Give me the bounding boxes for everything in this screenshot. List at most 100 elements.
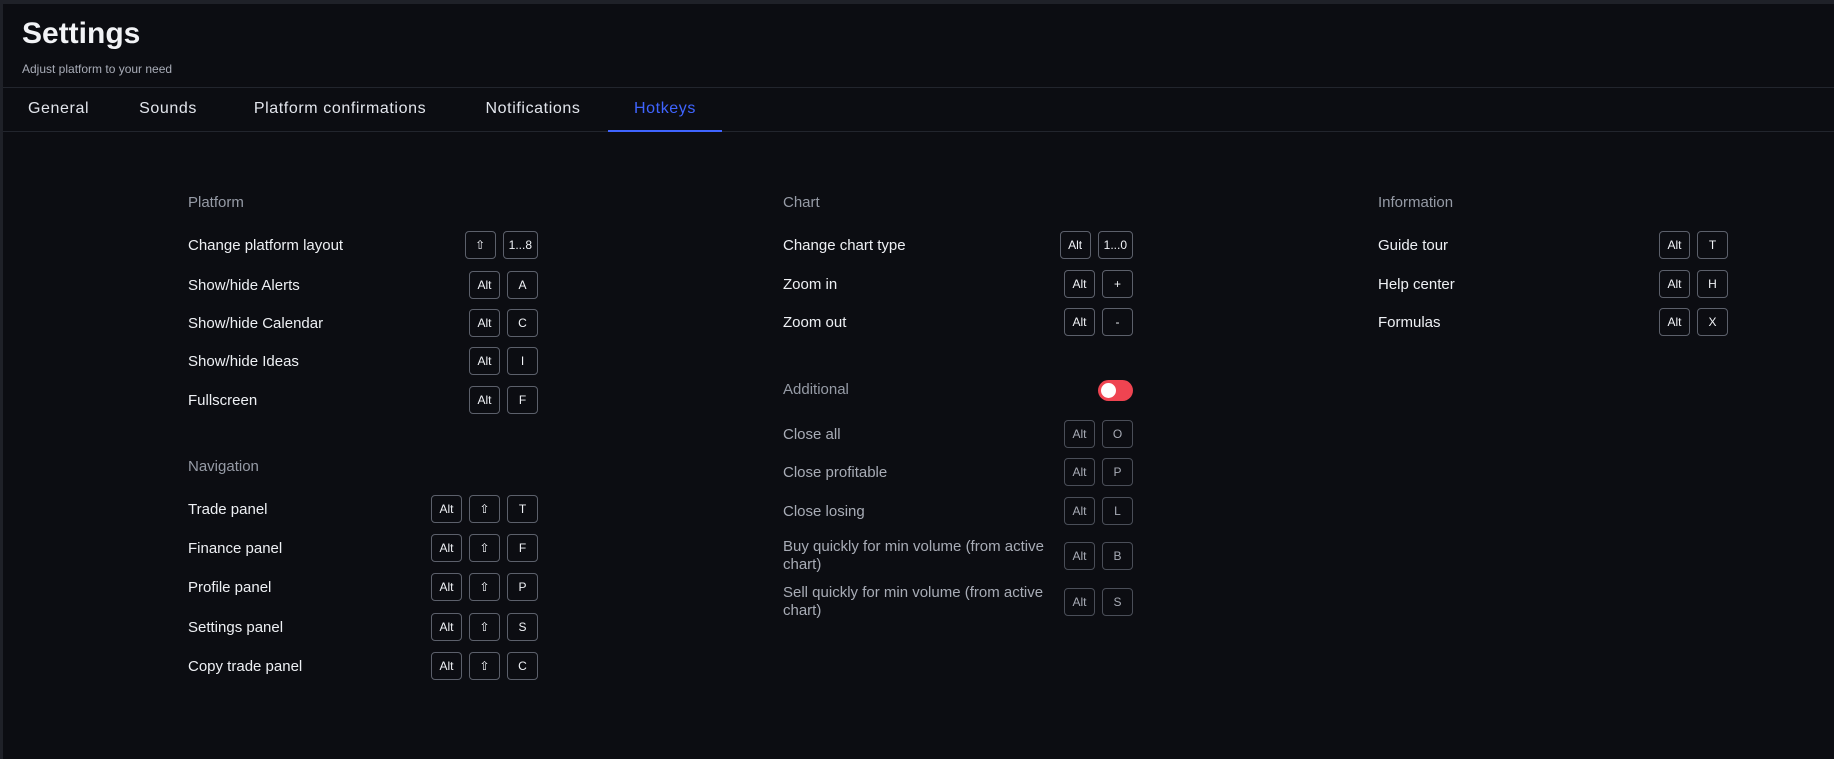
page-title: Settings — [22, 17, 141, 50]
key: + — [1102, 270, 1133, 298]
section-title-chart: Chart — [783, 194, 820, 211]
tab-general[interactable]: General — [28, 88, 89, 132]
key: I — [507, 347, 538, 375]
hotkey-keys: Alt T — [1659, 231, 1728, 259]
hotkey-keys: Alt ⇧ P — [431, 573, 538, 601]
alt-key: Alt — [431, 495, 462, 523]
hotkey-label: Sell quickly for min volume (from active… — [783, 584, 1044, 619]
additional-hotkeys-toggle[interactable] — [1098, 380, 1133, 401]
alt-key: Alt — [1659, 270, 1690, 298]
alt-key: Alt — [1659, 231, 1690, 259]
hotkey-row-help-center: Help center Alt H — [1378, 270, 1728, 298]
hotkey-keys: Alt ⇧ S — [431, 613, 538, 641]
hotkey-row-fullscreen: Fullscreen Alt F — [188, 386, 538, 414]
hotkey-row-formulas: Formulas Alt X — [1378, 308, 1728, 336]
hotkey-row-sell-quickly: Sell quickly for min volume (from active… — [783, 584, 1133, 620]
key: 1...8 — [502, 231, 538, 259]
hotkey-label: Show/hide Ideas — [188, 353, 299, 370]
hotkey-keys: Alt P — [1064, 458, 1133, 486]
key: F — [507, 386, 538, 414]
settings-header: Settings Adjust platform to your need — [22, 16, 172, 76]
hotkey-keys: Alt H — [1659, 270, 1728, 298]
key: S — [507, 613, 538, 641]
hotkey-row-profile-panel: Profile panel Alt ⇧ P — [188, 573, 538, 601]
key: P — [1102, 458, 1133, 486]
tab-hotkeys[interactable]: Hotkeys — [608, 88, 722, 132]
section-title-platform: Platform — [188, 194, 244, 211]
hotkey-row-close-all: Close all Alt O — [783, 420, 1133, 448]
hotkey-label: Close losing — [783, 503, 865, 520]
hotkey-label: Copy trade panel — [188, 658, 303, 675]
shift-key: ⇧ — [469, 495, 500, 523]
hotkey-keys: Alt 1...0 — [1059, 231, 1133, 259]
shift-key: ⇧ — [469, 573, 500, 601]
hotkey-keys: Alt I — [469, 347, 538, 375]
hotkey-keys: Alt ⇧ C — [431, 652, 538, 680]
hotkey-label: Show/hide Calendar — [188, 315, 324, 332]
key: X — [1697, 308, 1728, 336]
hotkey-label: Formulas — [1378, 314, 1441, 331]
hotkey-row-finance-panel: Finance panel Alt ⇧ F — [188, 534, 538, 562]
hotkey-keys: Alt C — [469, 309, 538, 337]
hotkey-label: Trade panel — [188, 501, 268, 518]
shift-key: ⇧ — [464, 231, 496, 259]
alt-key: Alt — [1064, 308, 1095, 336]
hotkey-row-show-hide-alerts: Show/hide Alerts Alt A — [188, 271, 538, 299]
alt-key: Alt — [431, 573, 462, 601]
section-title-additional: Additional — [783, 381, 849, 398]
key: 1...0 — [1097, 231, 1133, 259]
hotkey-row-close-losing: Close losing Alt L — [783, 497, 1133, 525]
hotkey-keys: Alt + — [1064, 270, 1133, 298]
hotkey-label: Fullscreen — [188, 392, 258, 409]
key: H — [1697, 270, 1728, 298]
hotkey-row-change-chart-type: Change chart type Alt 1...0 — [783, 231, 1133, 259]
alt-key: Alt — [1064, 420, 1095, 448]
tab-platform-confirmations[interactable]: Platform confirmations — [245, 88, 435, 132]
tab-sounds[interactable]: Sounds — [137, 88, 199, 132]
alt-key: Alt — [1064, 458, 1095, 486]
alt-key: Alt — [469, 386, 500, 414]
key: L — [1102, 497, 1133, 525]
hotkey-keys: Alt X — [1659, 308, 1728, 336]
shift-key: ⇧ — [469, 534, 500, 562]
hotkey-label: Show/hide Alerts — [188, 277, 300, 294]
hotkey-row-show-hide-calendar: Show/hide Calendar Alt C — [188, 309, 538, 337]
hotkey-label: Close all — [783, 426, 841, 443]
hotkey-keys: Alt ⇧ F — [431, 534, 538, 562]
hotkey-row-change-platform-layout: Change platform layout ⇧ 1...8 — [188, 231, 538, 259]
hotkey-keys: Alt L — [1064, 497, 1133, 525]
shift-key: ⇧ — [469, 613, 500, 641]
hotkey-row-zoom-out: Zoom out Alt - — [783, 308, 1133, 336]
alt-key: Alt — [1064, 588, 1095, 616]
hotkey-row-show-hide-ideas: Show/hide Ideas Alt I — [188, 347, 538, 375]
hotkey-row-guide-tour: Guide tour Alt T — [1378, 231, 1728, 259]
key: C — [507, 309, 538, 337]
key: - — [1102, 308, 1133, 336]
alt-key: Alt — [469, 347, 500, 375]
alt-key: Alt — [431, 652, 462, 680]
hotkey-label: Zoom in — [783, 276, 838, 293]
key: P — [507, 573, 538, 601]
hotkey-label: Change platform layout — [188, 237, 344, 254]
hotkey-keys: ⇧ 1...8 — [464, 231, 538, 259]
alt-key: Alt — [469, 309, 500, 337]
hotkey-label: Help center — [1378, 276, 1455, 293]
alt-key: Alt — [469, 271, 500, 299]
alt-key: Alt — [1659, 308, 1690, 336]
hotkey-label: Change chart type — [783, 237, 906, 254]
tab-notifications[interactable]: Notifications — [478, 88, 588, 132]
key: T — [1697, 231, 1728, 259]
hotkey-label: Finance panel — [188, 540, 283, 557]
hotkey-row-copy-trade-panel: Copy trade panel Alt ⇧ C — [188, 652, 538, 680]
hotkey-keys: Alt B — [1064, 542, 1133, 570]
hotkey-keys: Alt S — [1064, 588, 1133, 616]
key: S — [1102, 588, 1133, 616]
hotkey-label: Buy quickly for min volume (from active … — [783, 538, 1044, 573]
hotkey-row-settings-panel: Settings panel Alt ⇧ S — [188, 613, 538, 641]
shift-key: ⇧ — [469, 652, 500, 680]
hotkey-label: Guide tour — [1378, 237, 1449, 254]
hotkey-keys: Alt - — [1064, 308, 1133, 336]
key: C — [507, 652, 538, 680]
key: T — [507, 495, 538, 523]
hotkey-row-trade-panel: Trade panel Alt ⇧ T — [188, 495, 538, 523]
